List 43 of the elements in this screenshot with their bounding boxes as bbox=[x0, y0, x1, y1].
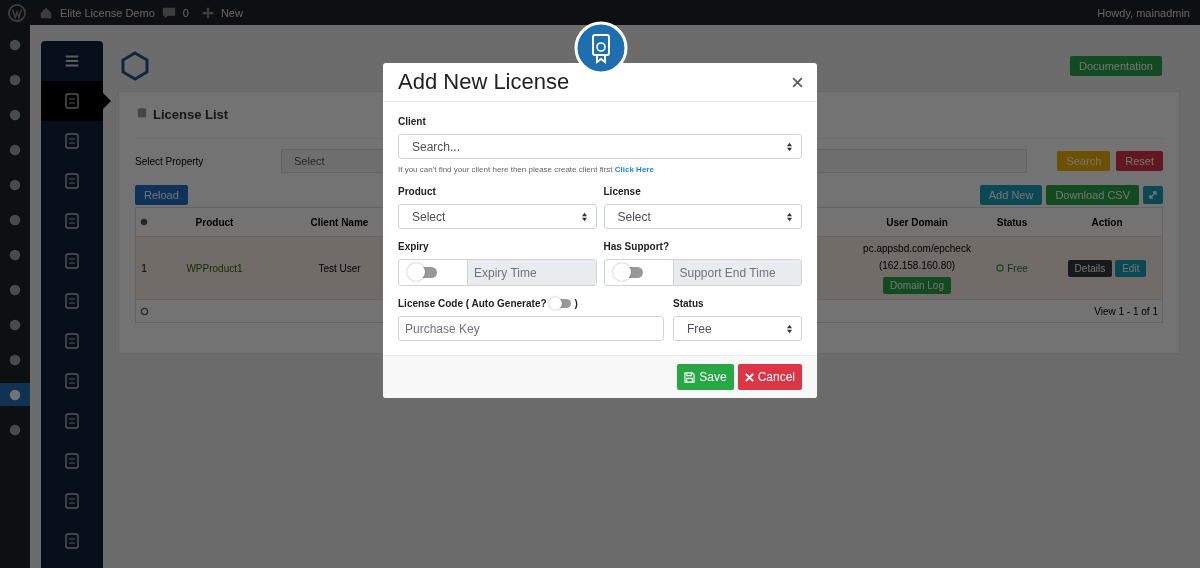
field-label: Status bbox=[673, 298, 705, 309]
details-button[interactable]: Details bbox=[1067, 259, 1113, 277]
modal-title: Add New License bbox=[398, 69, 570, 95]
pager-text: View 1 - 1 of 1 bbox=[1094, 305, 1158, 317]
click-here-link[interactable]: Click Here bbox=[614, 165, 654, 174]
license-select[interactable]: Select bbox=[603, 204, 802, 229]
column-header[interactable]: Status bbox=[972, 216, 1052, 228]
ip-text: (162.158.160.80) bbox=[878, 259, 956, 271]
help-text: If you can't find your client here then please create client first Click Here bbox=[398, 165, 655, 174]
field-label: Client bbox=[398, 116, 427, 127]
comment-count[interactable]: 0 bbox=[182, 6, 189, 19]
field-label: Product bbox=[398, 186, 437, 197]
reload-button[interactable]: Reload bbox=[135, 185, 188, 205]
add-new-button[interactable]: Add New bbox=[979, 185, 1043, 205]
purchase-key-field[interactable]: Purchase Key bbox=[398, 316, 664, 341]
field-label: ) bbox=[574, 298, 578, 309]
edit-button[interactable]: Edit bbox=[1115, 259, 1147, 277]
domain-log-button[interactable]: Domain Log bbox=[883, 276, 951, 294]
site-name-link[interactable]: Elite License Demo bbox=[60, 6, 155, 19]
table-cell-text: WPProduct1 bbox=[185, 262, 244, 274]
table-cell-text: Test User bbox=[317, 262, 362, 274]
column-header[interactable]: Product bbox=[152, 216, 277, 228]
download-csv-button[interactable]: Download CSV bbox=[1046, 185, 1139, 205]
domain-text: pc.appsbd.com/epcheck bbox=[863, 242, 971, 254]
field-label: License bbox=[603, 186, 642, 197]
field-label: License Code ( Auto Generate? bbox=[398, 298, 547, 309]
field-label: Has Support? bbox=[603, 241, 671, 252]
card-title: License List bbox=[153, 106, 229, 122]
product-select[interactable]: Select bbox=[398, 204, 597, 229]
status-text: Free bbox=[1007, 262, 1028, 274]
field-label: Expiry bbox=[398, 241, 430, 252]
cancel-button[interactable]: Cancel bbox=[737, 364, 802, 390]
save-button[interactable]: Save bbox=[677, 364, 734, 390]
new-link[interactable]: New bbox=[220, 6, 243, 19]
filter-label: Select Property bbox=[135, 155, 205, 167]
reset-button[interactable]: Reset bbox=[1116, 151, 1163, 171]
table-cell-text: 1 bbox=[140, 262, 148, 274]
column-header[interactable]: User Domain bbox=[862, 216, 972, 228]
documentation-button[interactable]: Documentation bbox=[1070, 56, 1162, 76]
client-select[interactable]: Search... bbox=[398, 134, 802, 159]
status-select[interactable]: Free bbox=[673, 316, 802, 341]
column-header[interactable]: Action bbox=[1052, 216, 1162, 228]
greeting-link[interactable]: Howdy, mainadmin bbox=[1097, 6, 1190, 19]
